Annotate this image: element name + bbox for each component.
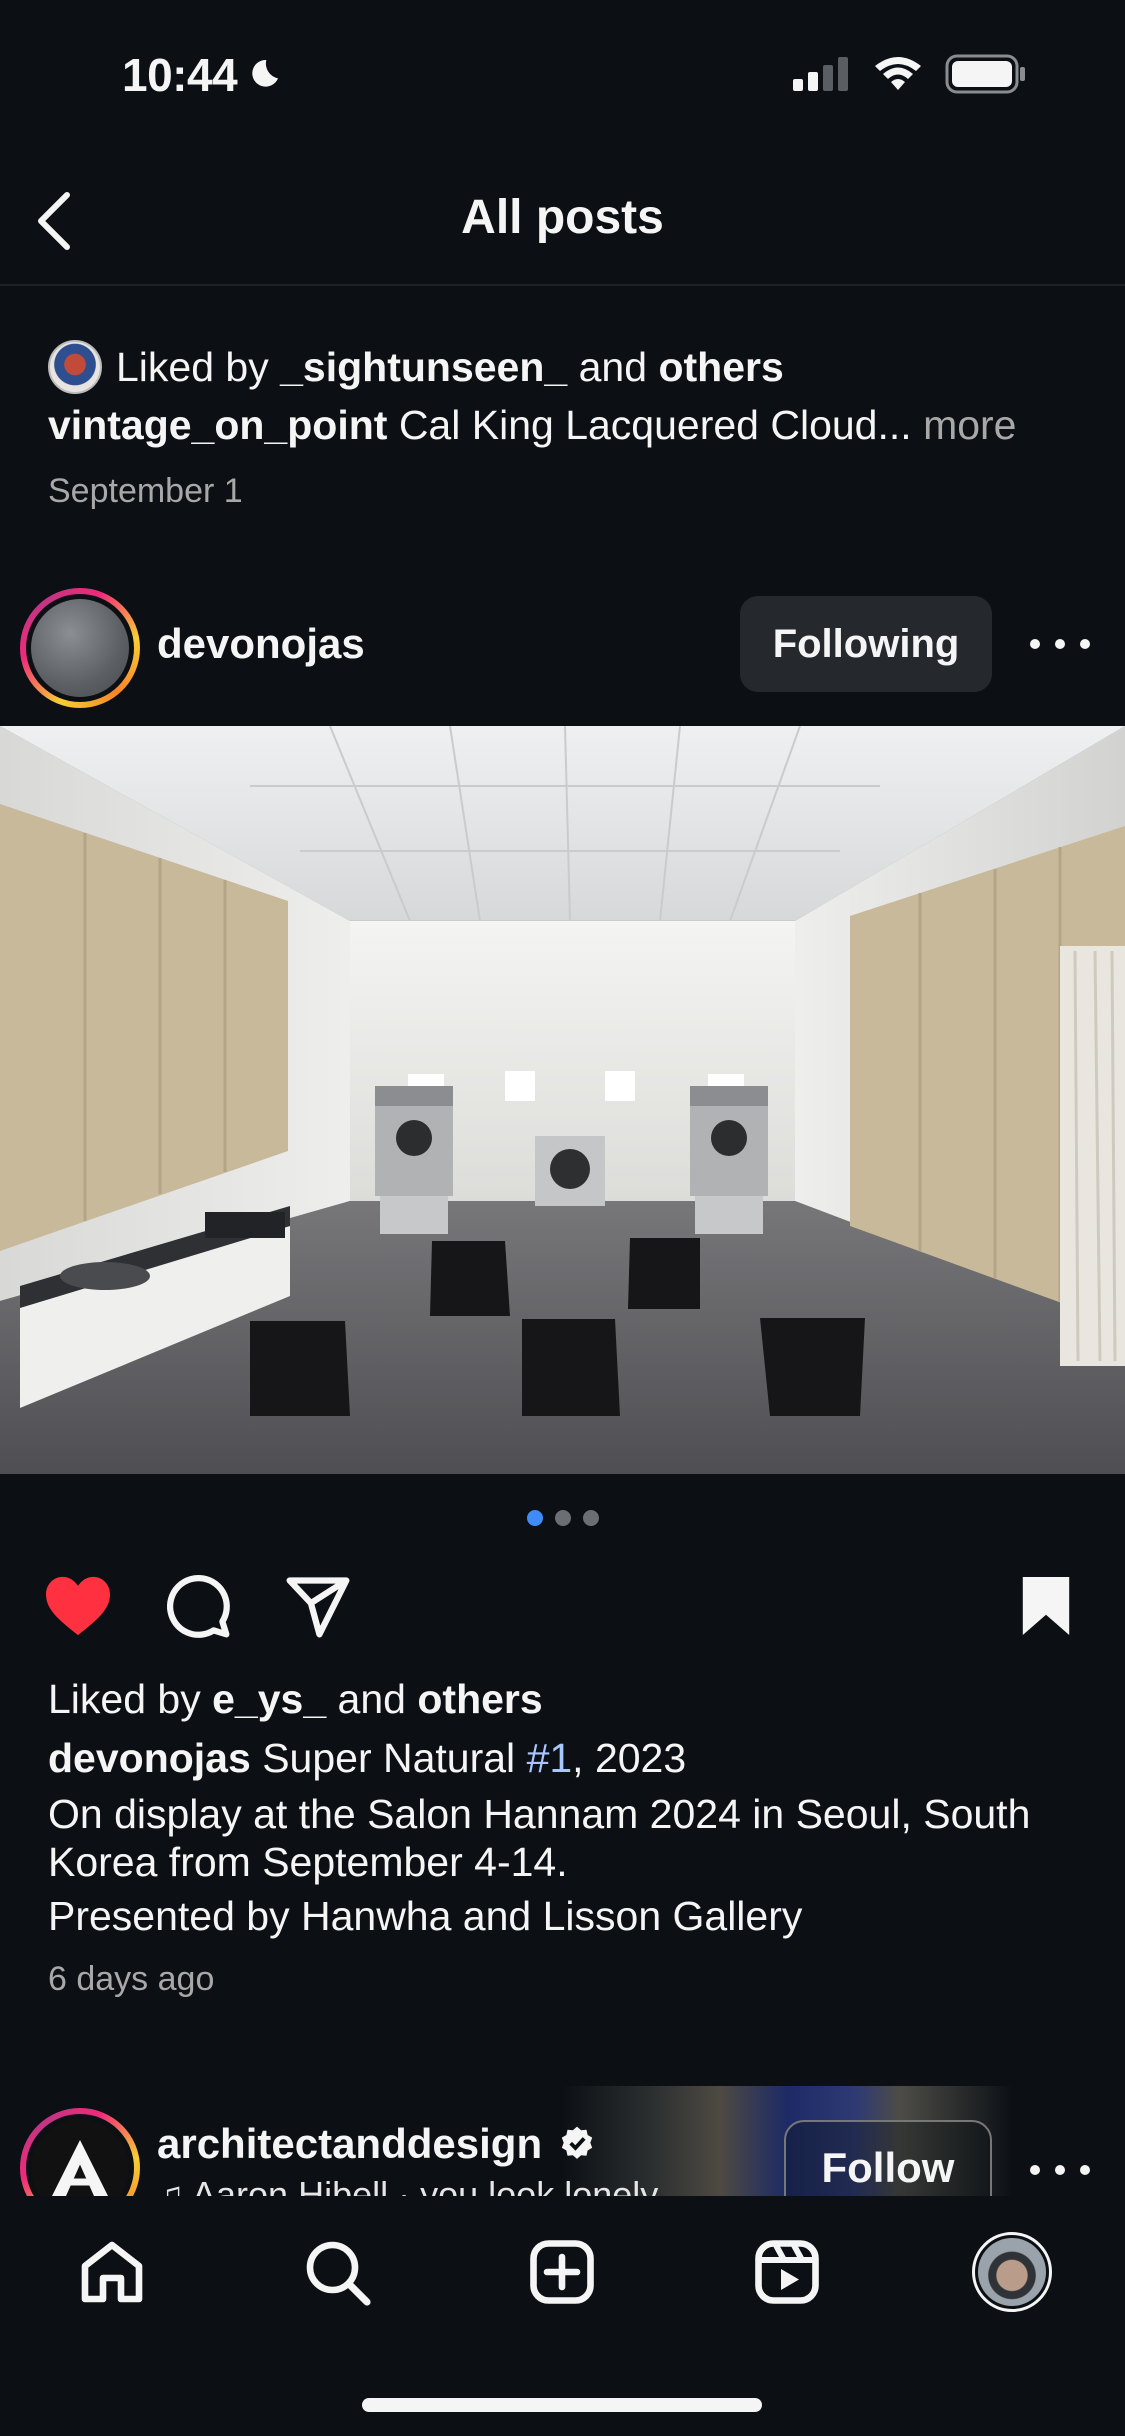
- liker-username[interactable]: e_ys_: [212, 1676, 326, 1722]
- tab-reels[interactable]: [747, 2232, 827, 2312]
- moon-icon: [252, 59, 279, 87]
- carousel-dot-active: [526, 1510, 543, 1526]
- previous-post-likes[interactable]: Liked by _sightunseen_ and others: [48, 340, 784, 394]
- following-button[interactable]: Following: [740, 596, 992, 692]
- caption-more-link[interactable]: more: [923, 402, 1016, 448]
- heart-filled-icon: [46, 1576, 110, 1636]
- likes-others-link[interactable]: others: [417, 1676, 542, 1722]
- comment-button[interactable]: [162, 1570, 234, 1642]
- post-caption: devonojas Super Natural #1, 2023: [48, 1735, 686, 1782]
- post-avatar[interactable]: [20, 588, 140, 708]
- tab-profile[interactable]: [972, 2232, 1052, 2312]
- battery-icon: [945, 54, 1025, 94]
- caption-username[interactable]: vintage_on_point: [48, 402, 387, 448]
- carousel-dot: [582, 1510, 599, 1526]
- previous-post-date: September 1: [48, 472, 243, 510]
- caption-username[interactable]: devonojas: [48, 1735, 251, 1781]
- post-username[interactable]: devonojas: [157, 620, 365, 668]
- header-divider: [0, 284, 1125, 286]
- caption-text: Cal King Lacquered Cloud...: [398, 402, 912, 448]
- share-button[interactable]: [282, 1570, 354, 1642]
- likes-others-link[interactable]: others: [658, 344, 783, 390]
- page-title: All posts: [461, 191, 664, 244]
- next-post-username[interactable]: architectanddesign: [157, 2120, 542, 2168]
- previous-post-caption: vintage_on_point Cal King Lacquered Clou…: [48, 402, 1016, 449]
- caption-line: Presented by Hanwha and Lisson Gallery: [48, 1893, 803, 1939]
- send-icon: [286, 1577, 350, 1638]
- post-likes[interactable]: Liked by e_ys_ and others: [48, 1676, 543, 1723]
- likes-prefix: Liked by: [48, 1676, 201, 1722]
- post-timestamp: 6 days ago: [48, 1960, 215, 1998]
- status-indicators: [793, 54, 1027, 94]
- tab-home[interactable]: [72, 2232, 152, 2312]
- caption-hashtag[interactable]: #1: [527, 1735, 573, 1781]
- save-button[interactable]: [1010, 1570, 1082, 1642]
- caption-line: On display at the Salon Hannam 2024 in S…: [48, 1791, 1031, 1885]
- liker-avatar: [48, 340, 102, 394]
- tab-search[interactable]: [297, 2232, 377, 2312]
- caption-title: Super Natural: [262, 1735, 516, 1781]
- next-post-username-row[interactable]: architectanddesign: [157, 2120, 596, 2168]
- clock-text: 10:44: [122, 49, 238, 101]
- likes-and: and: [337, 1676, 406, 1722]
- more-options-icon[interactable]: [1030, 624, 1090, 664]
- reels-icon: [755, 2240, 819, 2304]
- likes-and: and: [578, 343, 648, 390]
- carousel-dot: [554, 1510, 571, 1526]
- tab-create[interactable]: [522, 2232, 602, 2312]
- create-icon: [530, 2240, 594, 2304]
- gallery-room-photo: [0, 726, 1125, 1474]
- caption-body: On display at the Salon Hannam 2024 in S…: [48, 1790, 1088, 1940]
- liker-username[interactable]: _sightunseen_: [280, 344, 567, 390]
- post-image[interactable]: [0, 726, 1125, 1474]
- profile-avatar: [972, 2232, 1052, 2312]
- verified-badge-icon: [561, 2126, 593, 2159]
- wifi-icon: [875, 57, 921, 90]
- status-time: 10:44: [122, 48, 283, 102]
- bookmark-filled-icon: [1022, 1577, 1070, 1635]
- search-icon: [306, 2241, 371, 2306]
- carousel-indicator: [0, 1510, 1125, 1526]
- likes-prefix: Liked by: [116, 343, 269, 390]
- next-post-more-icon[interactable]: [1030, 2150, 1090, 2190]
- brand-logo-icon: [52, 2140, 108, 2196]
- like-button[interactable]: [42, 1570, 114, 1642]
- caption-year: , 2023: [572, 1735, 687, 1781]
- home-indicator[interactable]: [362, 2398, 762, 2412]
- cellular-signal-icon: [793, 57, 848, 91]
- home-icon: [81, 2241, 143, 2303]
- comment-icon: [166, 1574, 230, 1638]
